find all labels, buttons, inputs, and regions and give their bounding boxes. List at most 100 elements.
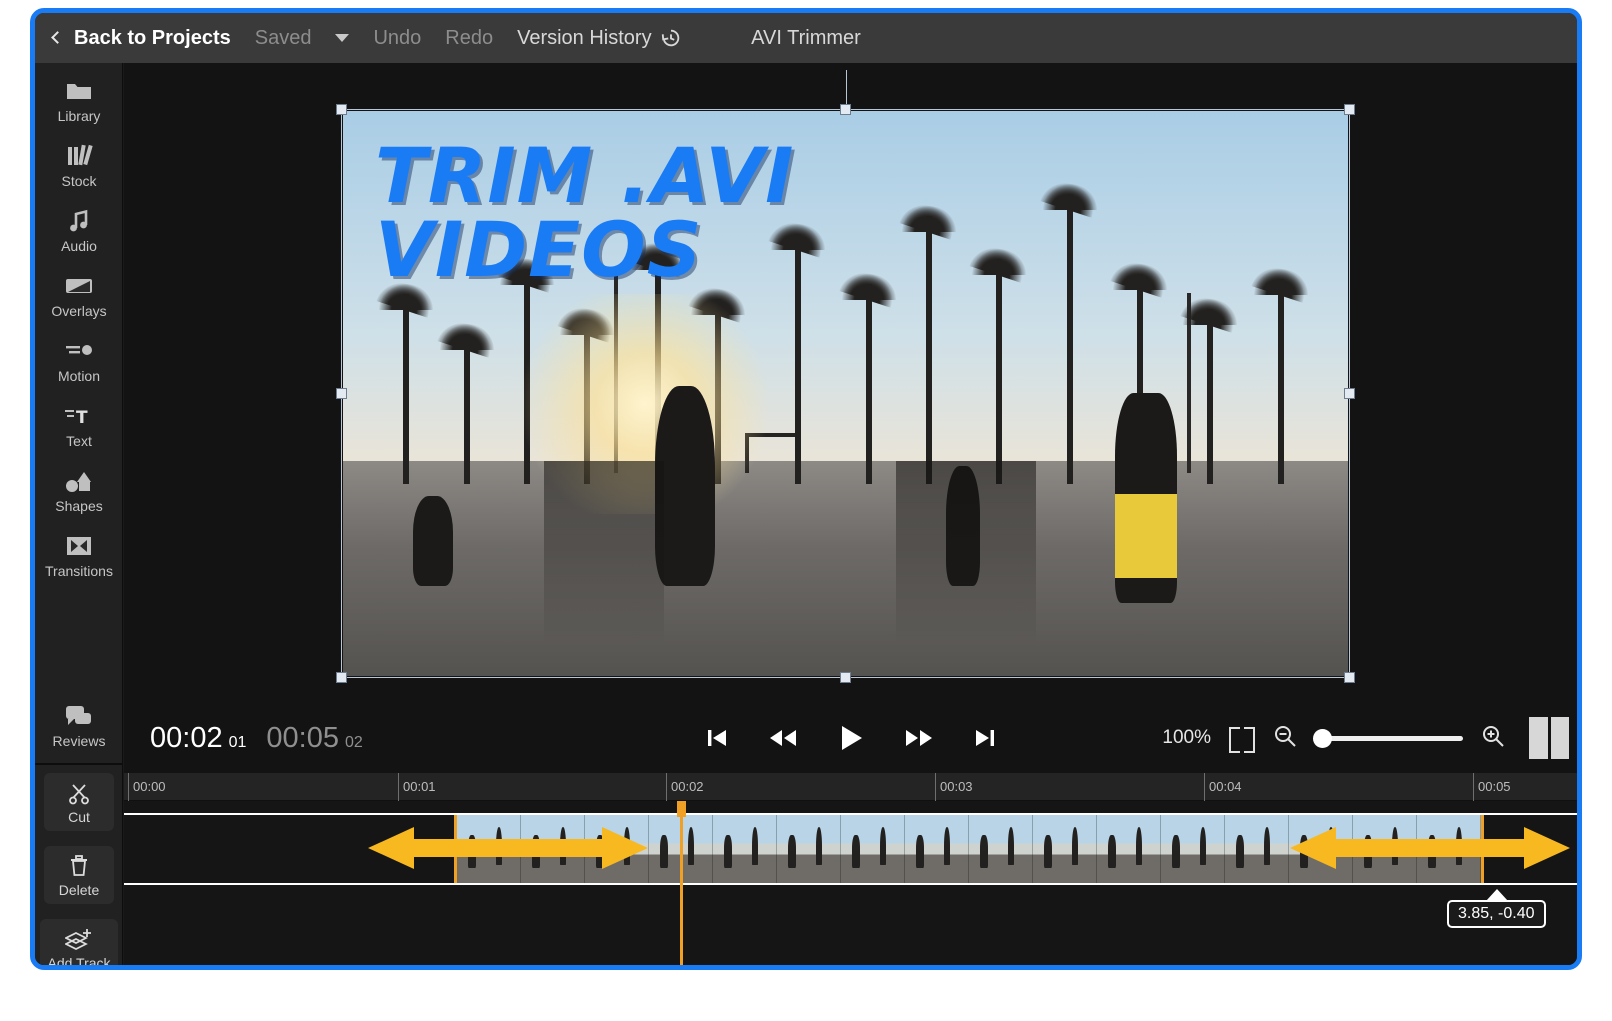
- undo-button[interactable]: Undo: [361, 27, 433, 50]
- timeline-panel: 00:00 00:01 00:02 00:03 00:04 00:05: [124, 773, 1577, 965]
- back-to-projects-label: Back to Projects: [74, 27, 231, 50]
- version-history-button[interactable]: Version History: [505, 27, 694, 50]
- sidebar-item-reviews[interactable]: Reviews: [35, 694, 123, 757]
- timeline-tracks[interactable]: [124, 801, 1577, 965]
- chevron-down-icon: [335, 34, 349, 42]
- palm-tree: [464, 334, 470, 484]
- palm-tree: [1067, 194, 1073, 484]
- video-preview[interactable]: TRIM .AVI VIDEOS: [343, 111, 1348, 676]
- svg-text:T: T: [76, 408, 88, 426]
- zoom-slider-knob[interactable]: [1313, 729, 1332, 748]
- transport-bar: 00:02 01 00:05 02: [124, 703, 1577, 773]
- top-toolbar: Back to Projects Saved Undo Redo Version…: [35, 13, 1577, 63]
- sidebar-item-label: Overlays: [51, 303, 106, 319]
- sidebar-item-label: Reviews: [53, 733, 106, 749]
- add-track-label: Add Track: [47, 955, 110, 971]
- sidebar-item-label: Library: [58, 108, 101, 124]
- sidebar-item-overlays[interactable]: Overlays: [35, 264, 123, 327]
- preview-stage: TRIM .AVI VIDEOS: [124, 63, 1577, 703]
- skater-foreground: [1115, 393, 1177, 603]
- split-view-pane-left: [1529, 717, 1548, 759]
- zoom-in-icon[interactable]: [1481, 724, 1505, 753]
- sidebar-item-label: Stock: [61, 173, 96, 189]
- left-sidebar: Library Stock Audio: [35, 63, 123, 970]
- skip-to-start-button[interactable]: [706, 726, 728, 750]
- rewind-button[interactable]: [768, 726, 798, 750]
- overlay-icon: [64, 273, 94, 299]
- sidebar-item-label: Audio: [61, 238, 97, 254]
- sidebar-divider: [35, 763, 123, 765]
- delete-button[interactable]: Delete: [44, 846, 114, 904]
- ruler-tick: 00:02: [666, 773, 667, 801]
- motion-icon: [64, 338, 94, 364]
- ruler-tick-label: 00:03: [940, 779, 973, 794]
- trash-icon: [68, 853, 90, 879]
- ruler-tick: 00:01: [398, 773, 399, 801]
- skip-to-end-button[interactable]: [974, 726, 996, 750]
- ruler-tick: 00:03: [935, 773, 936, 801]
- redo-label: Redo: [445, 27, 493, 50]
- transitions-icon: [65, 533, 93, 559]
- overlay-title-line-1: TRIM .AVI: [375, 139, 794, 213]
- ruler-tick-label: 00:00: [133, 779, 166, 794]
- sidebar-item-transitions[interactable]: Transitions: [35, 524, 123, 587]
- palm-tree: [926, 216, 932, 484]
- chevron-left-icon: [51, 31, 64, 44]
- undo-label: Undo: [373, 27, 421, 50]
- sidebar-item-label: Text: [66, 433, 92, 449]
- skater-silhouette: [413, 496, 453, 586]
- zoom-level-label: 100%: [1162, 727, 1211, 749]
- history-clock-icon: [660, 27, 682, 49]
- sidebar-item-text[interactable]: T Text: [35, 394, 123, 457]
- ruler-tick: 00:04: [1204, 773, 1205, 801]
- folder-icon: [65, 78, 93, 104]
- split-view-pane-right: [1551, 717, 1570, 759]
- sidebar-item-stock[interactable]: Stock: [35, 134, 123, 197]
- split-view-toggle[interactable]: [1529, 717, 1569, 759]
- tooltip-pointer: [1486, 889, 1508, 901]
- playhead[interactable]: [680, 801, 683, 965]
- timeline-ruler[interactable]: 00:00 00:01 00:02 00:03 00:04 00:05: [124, 773, 1577, 801]
- ground-shadow: [896, 461, 1036, 676]
- sidebar-item-library[interactable]: Library: [35, 69, 123, 132]
- palm-tree: [866, 284, 872, 484]
- video-clip[interactable]: [454, 815, 1484, 883]
- scissors-icon: [67, 780, 91, 806]
- sidebar-item-audio[interactable]: Audio: [35, 199, 123, 262]
- music-note-icon: [66, 208, 92, 234]
- saved-dropdown-button[interactable]: [323, 34, 361, 42]
- overlay-title-line-2: VIDEOS: [375, 213, 794, 287]
- back-to-projects-button[interactable]: Back to Projects: [35, 27, 243, 50]
- ground-shadow: [544, 461, 664, 676]
- ruler-tick: 00:00: [128, 773, 129, 801]
- palm-tree: [996, 259, 1002, 484]
- ruler-tick-label: 00:02: [671, 779, 704, 794]
- fit-to-screen-icon[interactable]: [1229, 727, 1255, 749]
- cut-label: Cut: [68, 809, 90, 825]
- add-track-button[interactable]: Add Track: [40, 919, 118, 970]
- sidebar-item-motion[interactable]: Motion: [35, 329, 123, 392]
- app-window: Back to Projects Saved Undo Redo Version…: [30, 8, 1582, 970]
- video-track[interactable]: [124, 813, 1577, 885]
- play-button[interactable]: [838, 723, 864, 753]
- playhead-knob[interactable]: [677, 801, 686, 817]
- ruler-tick-label: 00:04: [1209, 779, 1242, 794]
- sidebar-item-label: Transitions: [45, 563, 113, 579]
- redo-button[interactable]: Redo: [433, 27, 505, 50]
- ruler-tick: 00:05: [1473, 773, 1474, 801]
- sidebar-item-shapes[interactable]: Shapes: [35, 459, 123, 522]
- saved-label: Saved: [255, 27, 312, 50]
- sidebar-item-label: Shapes: [55, 498, 102, 514]
- zoom-out-icon[interactable]: [1273, 724, 1297, 753]
- shapes-icon: [64, 468, 94, 494]
- add-track-icon: [65, 926, 93, 952]
- saved-status: Saved: [243, 27, 324, 50]
- rotation-handle-line: [846, 70, 847, 110]
- palm-tree: [795, 234, 801, 484]
- cut-button[interactable]: Cut: [44, 773, 114, 831]
- delete-label: Delete: [59, 882, 99, 898]
- ground-plane: [343, 461, 1348, 676]
- fast-forward-button[interactable]: [904, 726, 934, 750]
- zoom-slider[interactable]: [1315, 736, 1463, 741]
- view-controls: 100%: [1162, 717, 1577, 759]
